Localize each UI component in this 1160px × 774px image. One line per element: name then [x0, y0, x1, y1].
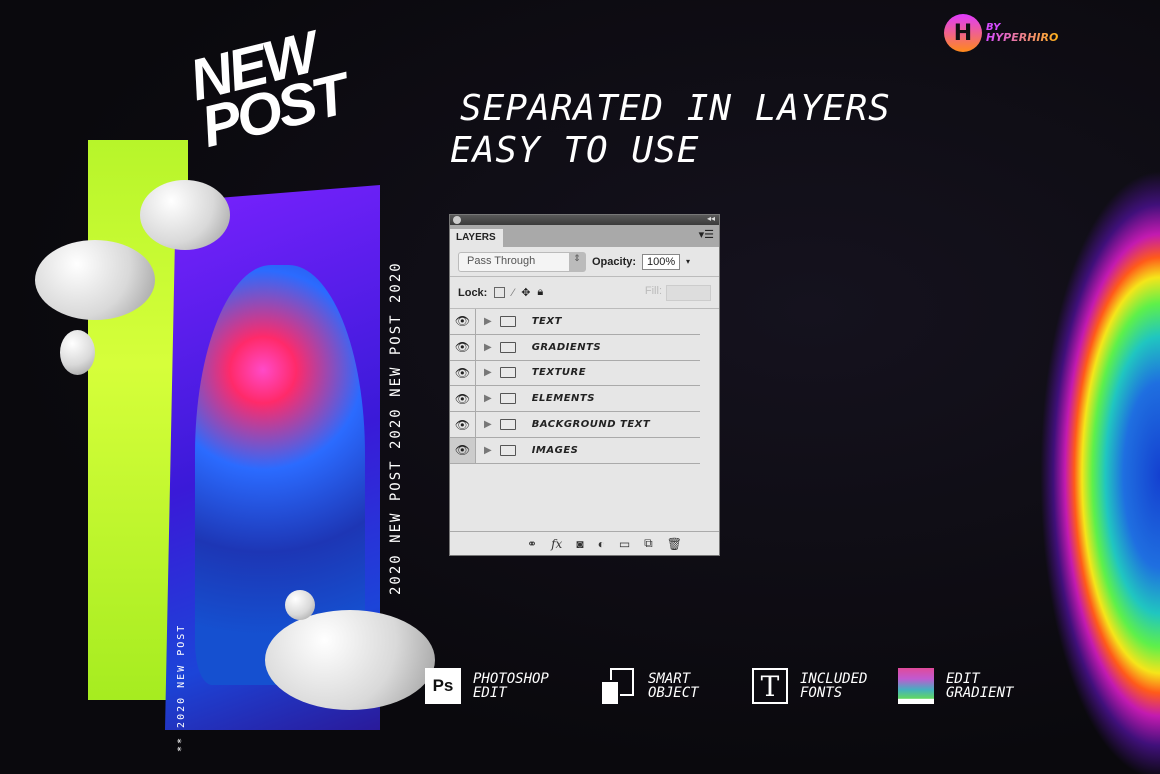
- liquid-blob: [60, 330, 95, 375]
- poster-footer-text: ** 2020 NEW POST: [176, 623, 187, 752]
- photoshop-icon: Ps: [425, 668, 461, 704]
- collapse-icon[interactable]: ◂◂: [707, 214, 715, 223]
- font-icon: T: [752, 668, 788, 704]
- expand-triangle-icon[interactable]: ▶: [484, 367, 492, 378]
- brush-icon[interactable]: ⁄: [512, 287, 514, 299]
- expand-triangle-icon[interactable]: ▶: [484, 316, 492, 327]
- layer-name: IMAGES: [531, 444, 579, 456]
- chevron-down-icon[interactable]: ▾: [686, 257, 690, 266]
- move-icon[interactable]: ✥: [521, 286, 530, 299]
- fill-label: Fill:: [644, 284, 662, 297]
- updown-icon: ⇕: [569, 252, 585, 271]
- feature-smart-object: SMART OBJECT: [600, 668, 699, 706]
- eye-icon[interactable]: 👁︎: [450, 360, 476, 386]
- trash-icon[interactable]: 🗑︎: [667, 537, 682, 551]
- feature-line2: OBJECT: [648, 685, 699, 701]
- folder-icon: [499, 341, 516, 353]
- gradient-icon: [898, 668, 934, 704]
- layer-name: TEXTURE: [531, 367, 587, 379]
- opacity-input[interactable]: 100%: [642, 253, 681, 270]
- adjustment-icon[interactable]: ◐: [598, 537, 605, 551]
- mask-icon[interactable]: ◙: [576, 537, 583, 551]
- smart-object-icon: [600, 668, 636, 706]
- liquid-blob: [140, 180, 230, 250]
- logo-glyph: H: [953, 20, 973, 46]
- tab-layers[interactable]: LAYERS: [450, 229, 503, 247]
- close-icon[interactable]: [453, 216, 461, 224]
- feature-line1: PHOTOSHOP: [473, 671, 549, 687]
- layer-row[interactable]: 👁︎ ▶ ELEMENTS: [450, 386, 700, 413]
- brand-logo: H BY HYPERHIRO: [944, 14, 1058, 52]
- link-icon[interactable]: ⚭: [527, 537, 537, 551]
- liquid-blob: [35, 240, 155, 320]
- expand-triangle-icon[interactable]: ▶: [484, 342, 492, 353]
- layer-row[interactable]: 👁︎ ▶ TEXTURE: [450, 360, 700, 387]
- photoshop-glyph: Ps: [432, 676, 454, 695]
- fx-icon[interactable]: fx: [551, 537, 562, 551]
- feature-line2: EDIT: [473, 685, 507, 701]
- layer-row[interactable]: 👁︎ ▶ TEXT: [450, 309, 700, 335]
- panel-menu-icon[interactable]: ▾☰: [699, 228, 714, 241]
- expand-triangle-icon[interactable]: ▶: [484, 419, 492, 430]
- eye-icon[interactable]: 👁︎: [450, 386, 476, 412]
- headline: SEPARATED IN LAYERS EASY TO USE: [450, 88, 891, 172]
- layer-name: ELEMENTS: [531, 393, 595, 405]
- lock-transparent-icon[interactable]: [494, 287, 506, 298]
- new-group-icon[interactable]: ▭: [619, 537, 630, 551]
- eye-icon[interactable]: 👁︎: [450, 437, 476, 463]
- feature-line1: EDIT: [946, 671, 980, 687]
- layer-row[interactable]: 👁︎ ▶ IMAGES: [450, 437, 700, 464]
- feature-included-fonts: T INCLUDED FONTS: [752, 668, 867, 704]
- blend-mode-value: Pass Through: [467, 254, 536, 267]
- layer-list: 👁︎ ▶ TEXT 👁︎ ▶ GRADIENTS 👁︎ ▶ TEXTURE 👁︎ ▶ ELEME…: [450, 309, 719, 464]
- feature-edit-gradient: EDIT GRADIENT: [898, 668, 1013, 704]
- panel-titlebar: ◂◂: [450, 214, 719, 225]
- eye-icon[interactable]: 👁︎: [450, 334, 476, 360]
- logo-name: HYPERHIRO: [986, 31, 1059, 44]
- layers-panel: ◂◂ LAYERS ▾☰ Pass Through ⇕ Opacity: 100% ▾…: [449, 214, 720, 556]
- layer-name: GRADIENTS: [531, 341, 602, 353]
- headline-line2: EASY TO USE: [450, 130, 700, 171]
- folder-icon: [499, 367, 516, 379]
- feature-line1: SMART: [648, 671, 691, 687]
- layer-name: TEXT: [531, 315, 562, 327]
- eye-icon[interactable]: 👁︎: [450, 412, 476, 437]
- layer-name: BACKGROUND TEXT: [531, 419, 651, 431]
- folder-icon: [499, 444, 516, 456]
- headline-line1: SEPARATED IN LAYERS: [460, 88, 891, 129]
- folder-icon: [499, 393, 516, 405]
- expand-triangle-icon[interactable]: ▶: [484, 445, 492, 456]
- fill-input[interactable]: [666, 284, 711, 301]
- new-layer-icon[interactable]: ⧉: [644, 536, 653, 551]
- logo-mark: H: [944, 14, 982, 52]
- poster-vertical-text: 2020 NEW POST 2020 NEW POST 2020: [388, 261, 404, 595]
- folder-icon: [499, 419, 516, 431]
- panel-footer: ⚭ fx ◙ ◐ ▭ ⧉ 🗑︎: [450, 531, 719, 555]
- lock-icon[interactable]: 🔒︎: [537, 286, 543, 299]
- expand-triangle-icon[interactable]: ▶: [484, 393, 492, 404]
- liquid-blob: [265, 610, 435, 710]
- layer-row[interactable]: 👁︎ ▶ GRADIENTS: [450, 334, 700, 361]
- feature-photoshop-edit: Ps PHOTOSHOP EDIT: [425, 668, 549, 704]
- liquid-blob: [285, 590, 315, 620]
- feature-line1: INCLUDED: [800, 671, 868, 687]
- folder-icon: [499, 315, 516, 327]
- opacity-label: Opacity:: [592, 255, 637, 268]
- font-glyph: T: [760, 669, 780, 703]
- feature-line2: FONTS: [800, 685, 843, 701]
- blend-mode-select[interactable]: Pass Through ⇕: [458, 251, 586, 272]
- layer-row[interactable]: 👁︎ ▶ BACKGROUND TEXT: [450, 412, 700, 438]
- lock-label: Lock:: [458, 286, 488, 299]
- feature-line2: GRADIENT: [946, 685, 1014, 701]
- eye-icon[interactable]: 👁︎: [450, 309, 476, 334]
